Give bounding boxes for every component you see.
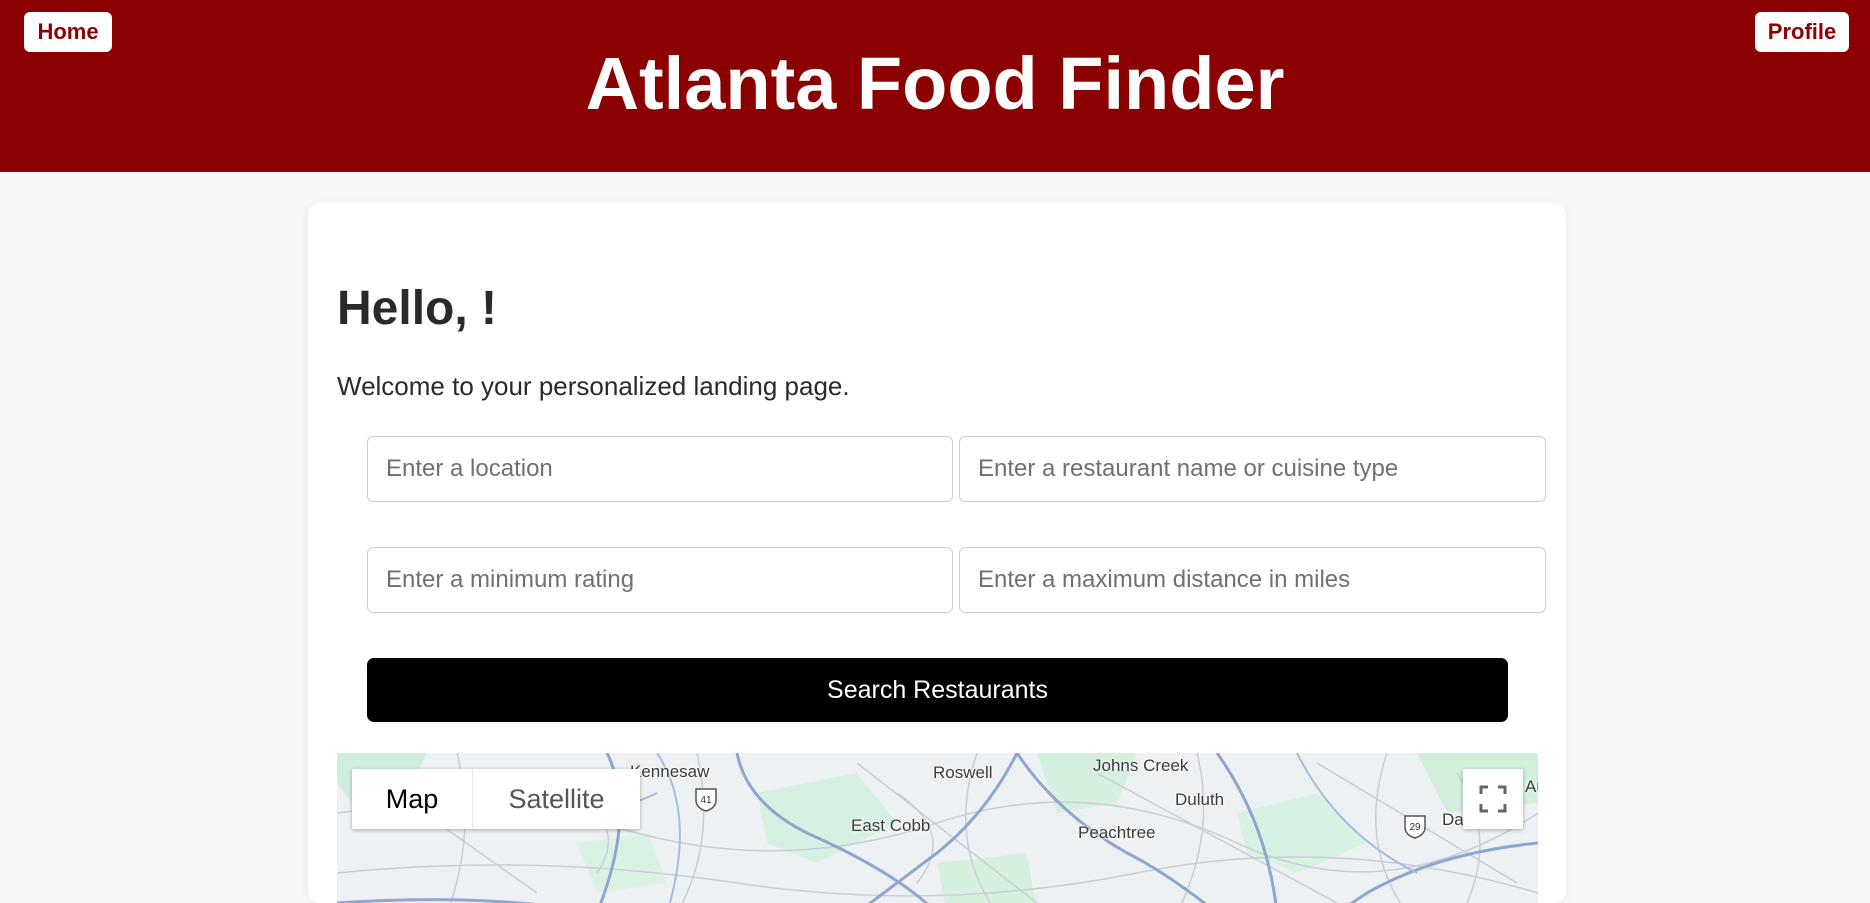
map-type-control: Map Satellite — [352, 769, 640, 829]
map-label-johns-creek: Johns Creek — [1093, 756, 1189, 775]
map-type-satellite-tab[interactable]: Satellite — [472, 769, 640, 829]
map-label-east-cobb: East Cobb — [851, 816, 931, 835]
restaurant-query-input[interactable] — [959, 436, 1546, 502]
us-29-shield-icon: 29 — [1404, 815, 1426, 839]
map-label-au: Au — [1525, 777, 1538, 796]
svg-text:41: 41 — [700, 795, 712, 806]
app-header: Home Profile Atlanta Food Finder — [0, 0, 1870, 172]
svg-text:29: 29 — [1409, 822, 1421, 833]
landing-card: Hello, ! Welcome to your personalized la… — [308, 203, 1566, 903]
map-label-duluth: Duluth — [1175, 790, 1225, 809]
welcome-text: Welcome to your personalized landing pag… — [337, 371, 850, 401]
map-label-roswell: Roswell — [933, 763, 993, 782]
map-view[interactable]: Kennesaw Roswell Johns Creek Duluth East… — [337, 753, 1538, 903]
greeting-heading: Hello, ! — [337, 282, 498, 335]
fullscreen-button[interactable] — [1463, 769, 1523, 829]
max-distance-input[interactable] — [959, 547, 1546, 613]
app-title: Atlanta Food Finder — [585, 42, 1285, 125]
location-input[interactable] — [367, 436, 953, 502]
us-41-shield-icon: 41 — [695, 788, 717, 812]
search-restaurants-button[interactable]: Search Restaurants — [367, 658, 1508, 722]
map-label-kennesaw: Kennesaw — [630, 762, 710, 781]
map-label-da: Da — [1442, 810, 1464, 829]
min-rating-input[interactable] — [367, 547, 953, 613]
fullscreen-icon — [1479, 785, 1507, 813]
map-label-peachtree: Peachtree — [1078, 823, 1156, 842]
map-type-map-tab[interactable]: Map — [352, 769, 472, 829]
